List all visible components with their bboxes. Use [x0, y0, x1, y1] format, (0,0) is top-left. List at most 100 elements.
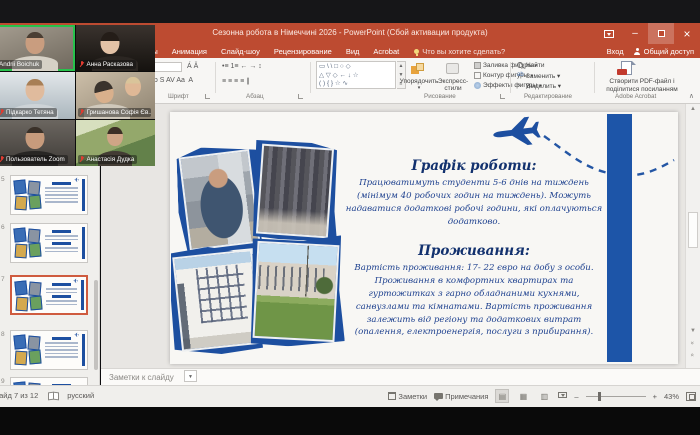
tab-acrobat[interactable]: Acrobat [366, 44, 406, 58]
zoom-out-button[interactable]: – [574, 392, 578, 401]
font-size-combo[interactable] [152, 62, 182, 72]
participant-video [125, 77, 141, 96]
participant-video [25, 127, 44, 149]
slideshow-button[interactable] [558, 392, 567, 400]
zoom-slider[interactable] [586, 396, 646, 397]
fit-to-window-button[interactable] [686, 392, 696, 401]
minimize-button[interactable]: – [622, 23, 648, 44]
share-label: Общий доступ [644, 47, 694, 56]
quick-styles-button[interactable]: Экспресс-стили [436, 78, 470, 92]
thumbnail-slide-8[interactable]: ✈ [10, 330, 88, 370]
muted-mic-icon [0, 109, 4, 116]
shapes-scroll-up-icon[interactable]: ▲ [397, 62, 405, 71]
font-dialog-launcher[interactable] [205, 94, 210, 99]
arrange-label: Упорядочить [398, 78, 440, 85]
video-call-overlay[interactable]: Andrii Boichuk Анна Расказова Підкарко Т… [0, 25, 155, 166]
participant-video [101, 32, 120, 54]
participant-tile-1[interactable]: Andrii Boichuk [0, 25, 75, 71]
thumbnail-accent-bar [82, 334, 85, 366]
thumbnail-slide-5[interactable]: ✈ [10, 175, 88, 215]
paragraph-dialog-launcher[interactable] [298, 94, 303, 99]
canvas-scrollbar-thumb[interactable] [688, 212, 698, 248]
text-block-accommodation[interactable]: Проживання: Вартість проживання: 17- 22 … [342, 243, 606, 339]
restore-button[interactable] [648, 23, 674, 44]
slide[interactable]: Графік роботи: Працюватимуть студенти 5-… [170, 112, 678, 364]
restore-icon [658, 30, 665, 37]
thumbnail-slide-7-selected[interactable]: ✈ [10, 275, 88, 315]
select-label: Выделить ▾ [526, 82, 561, 90]
muted-mic-icon [0, 156, 4, 163]
shapes-row2: △ ▽ ◇ ← ↓ ☆ [319, 72, 359, 79]
close-button[interactable]: × [674, 23, 700, 44]
drawing-dialog-launcher[interactable] [500, 94, 505, 99]
comments-toggle-button[interactable]: Примечания [434, 392, 488, 401]
scroll-up-icon[interactable]: ▲ [686, 106, 700, 112]
thumbnail-number: 6 [1, 224, 9, 231]
group-separator [310, 62, 311, 93]
collapse-ribbon-icon[interactable]: ∧ [689, 92, 694, 100]
next-slide-button[interactable]: » [690, 348, 696, 362]
paragraph-list-buttons[interactable]: •≡ 1≡ ← → ↕ [222, 63, 262, 70]
tab-review[interactable]: Рецензирование [267, 44, 339, 58]
thumbnail-text-lines [45, 182, 78, 205]
thumbnail-accent-bar [82, 227, 85, 259]
person-icon [634, 48, 641, 55]
participant-name: Пользователь Zoom [6, 156, 65, 163]
arrange-button[interactable]: Упорядочить ▾ [398, 78, 440, 92]
zoom-slider-thumb[interactable] [598, 392, 601, 401]
language-indicator[interactable]: русский [67, 391, 94, 400]
sign-in-button[interactable]: Вход [607, 47, 624, 56]
text-block-work-schedule[interactable]: Графік роботи: Працюватимуть студенти 5-… [342, 158, 606, 229]
shape-effects-icon [474, 82, 481, 89]
group-label-acrobat: Adobe Acrobat [615, 93, 656, 100]
slide-accent-bar[interactable] [607, 114, 632, 362]
find-button[interactable]: Найти [517, 61, 545, 70]
thumbnail-scrollbar-thumb[interactable] [94, 280, 98, 370]
ribbon-display-options-button[interactable] [596, 23, 622, 44]
create-pdf-button[interactable]: Створити PDF-файл і поділитися посилання… [596, 78, 688, 93]
participant-name: Гришанова Софія Єв... [87, 109, 151, 116]
plane-icon: ✈ [73, 278, 78, 285]
spellcheck-icon[interactable] [48, 392, 57, 399]
participant-tile-2[interactable]: Анна Расказова [76, 25, 156, 71]
participant-tile-3[interactable]: Підкарко Тетяна [0, 72, 75, 118]
tab-animation[interactable]: Анимация [165, 44, 214, 58]
select-button[interactable]: ↖ Выделить ▾ [517, 81, 561, 90]
arrange-icon [411, 63, 427, 75]
notes-toggle-button[interactable]: Заметки [388, 392, 427, 401]
canvas-scrollbar[interactable]: ▲ ▼ « » [685, 104, 700, 368]
participant-video [25, 32, 44, 54]
tell-me-label: Что вы хотите сделать? [422, 47, 505, 56]
participant-tile-4[interactable]: Гришанова Софія Єв... [76, 72, 156, 118]
plane-icon: ✈ [74, 332, 79, 339]
shapes-gallery[interactable]: ▭ \ \ □ ○ ◇ △ ▽ ◇ ← ↓ ☆ ( ) { } ☆ ∿ [316, 61, 396, 89]
normal-view-button[interactable]: ▤ [495, 389, 509, 403]
thumbnail-text-lines [46, 283, 77, 307]
scroll-down-icon[interactable]: ▼ [686, 328, 700, 334]
find-label: Найти [526, 62, 545, 69]
slide-sorter-view-button[interactable]: ▦ [516, 389, 530, 403]
thumbnail-number: 7 [1, 276, 9, 283]
group-separator [510, 62, 511, 93]
participant-name: Підкарко Тетяна [6, 109, 54, 116]
participant-tile-6[interactable]: Анастасія Дудка [76, 120, 156, 166]
zoom-level[interactable]: 43% [664, 392, 679, 401]
replace-button[interactable]: ab Заменить ▾ [517, 71, 560, 80]
font-style-buttons[interactable]: ab S AV Aa A [150, 77, 193, 84]
reading-view-button[interactable]: ▥ [537, 389, 551, 403]
thumbnail-text-lines [45, 337, 78, 360]
thumbnail-slide-6[interactable] [10, 223, 88, 263]
zoom-in-button[interactable]: + [653, 392, 657, 401]
font-size-buttons[interactable]: А́ А̌ [187, 63, 198, 70]
notes-collapse-button[interactable]: ▼ [184, 370, 197, 382]
paragraph-align-buttons[interactable]: ≡ ≡ ≡ ≡ ∥ [222, 77, 250, 85]
plane-icon[interactable] [490, 111, 548, 153]
share-button[interactable]: Общий доступ [634, 47, 694, 56]
shapes-row1: ▭ \ \ □ ○ ◇ [319, 63, 351, 70]
tab-view[interactable]: Вид [339, 44, 367, 58]
search-icon [517, 62, 524, 69]
participant-tile-5[interactable]: Пользователь Zoom [0, 120, 75, 166]
tell-me-box[interactable]: Что вы хотите сделать? [406, 47, 505, 56]
participant-name: Анастасія Дудка [87, 156, 135, 163]
tab-slideshow[interactable]: Слайд-шоу [214, 44, 267, 58]
